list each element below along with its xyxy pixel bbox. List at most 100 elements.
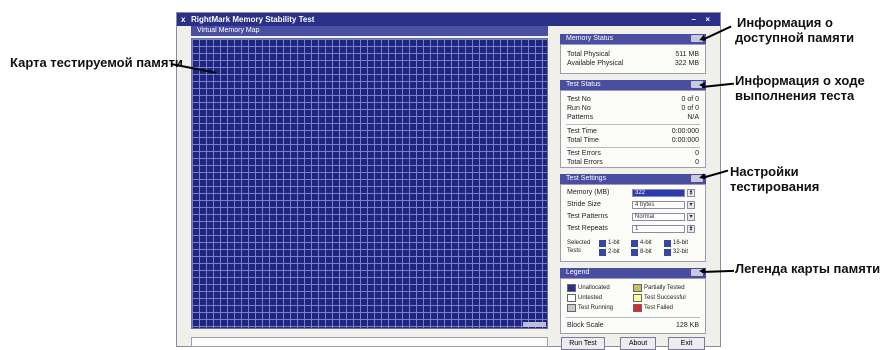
minimize-icon[interactable]: – [692,13,696,26]
test-settings-header: Test Settings [560,174,706,184]
check-1bit-label: 1-bit [608,240,620,246]
check-2bit[interactable] [599,249,606,256]
annotation-arrowhead [699,268,705,274]
memory-label: Memory (MB) [567,189,610,196]
annotation-memory-map: Карта тестируемой памяти [10,55,183,70]
annotation-arrowhead [699,82,705,88]
legend-label-test-successful: Test Successful [644,295,686,301]
annotation-legend: Легенда карты памяти [735,261,881,276]
memory-map-grid[interactable] [191,38,548,329]
total-errors-label: Total Errors [567,159,603,166]
legend-label-unallocated: Unallocated [578,285,610,291]
test-no-row: Test No 0 of 0 [567,95,699,104]
annotation-mem-info-1: Информация о [737,15,833,30]
legend-swatch-test-successful [633,294,642,302]
memory-status-title: Memory Status [566,35,614,42]
legend-label-test-failed: Test Failed [644,305,674,311]
test-status-title: Test Status [566,81,601,88]
title-bar[interactable]: x RightMark Memory Stability Test – × [177,13,720,26]
chevron-down-icon[interactable]: ▾ [687,201,695,209]
check-16bit-label: 16-bit [673,240,689,246]
chevron-down-icon[interactable]: ▾ [687,213,695,221]
test-no-value: 0 of 0 [681,96,699,103]
legend-header: Legend [560,268,706,278]
check-8bit-label: 8-bit [640,249,652,255]
memory-stepper[interactable]: ▴ ▾ [687,189,695,197]
divider [566,124,700,125]
test-settings-title: Test Settings [566,175,607,182]
patterns-value: N/A [687,114,699,121]
annotation-settings: Настройки тестирования [730,164,820,194]
total-physical-value: 511 MB [675,51,699,58]
patterns-label: Patterns [567,114,594,121]
check-4bit-label: 4-bit [640,240,652,246]
memory-mb-input[interactable]: 322 [632,189,685,197]
available-physical-row: Available Physical 322 MB [567,59,699,68]
check-8bit[interactable] [631,249,638,256]
close-icon[interactable]: × [705,13,710,26]
test-errors-row: Test Errors 0 [567,149,699,158]
legend-swatch-untested [567,294,576,302]
about-button[interactable]: About [620,337,656,350]
run-no-value: 0 of 0 [681,105,699,112]
legend-swatch-test-running [567,304,576,312]
total-physical-row: Total Physical 511 MB [567,50,699,59]
patterns-setting-label: Test Patterns [567,213,608,220]
map-scroll-corner [523,322,546,327]
memory-status-panel: Total Physical 511 MB Available Physical… [560,44,706,74]
stride-label: Stride Size [567,201,601,208]
test-errors-label: Test Errors [567,150,601,157]
legend-label-test-running: Test Running [578,305,614,311]
legend-label-partially-tested: Partially Tested [644,285,685,291]
divider [566,147,700,148]
annotation-progress-1: Информация о ходе [735,73,865,88]
legend-label-untested: Untested [578,295,603,301]
test-errors-value: 0 [695,150,699,157]
block-scale-label: Block Scale [567,322,604,329]
legend-swatch-partially-tested [633,284,642,292]
available-physical-label: Available Physical [567,60,624,67]
divider [566,317,700,318]
test-no-label: Test No [567,96,591,103]
run-no-label: Run No [567,105,591,112]
repeats-stepper[interactable]: ▴ ▾ [687,225,695,233]
total-physical-label: Total Physical [567,51,610,58]
test-time-row: Test Time 0:00:000 [567,127,699,136]
test-settings-panel: Memory (MB) 322 ▴ ▾ Stride Size 4 bytes ▾… [560,184,706,262]
annotation-mem-info-2: доступной памяти [735,30,855,45]
total-time-value: 0:00:000 [671,137,699,144]
patterns-row: Patterns N/A [567,113,699,122]
window-title: RightMark Memory Stability Test [191,15,315,24]
exit-button[interactable]: Exit [668,337,705,350]
memory-map-header: Virtual Memory Map [191,26,548,36]
total-time-label: Total Time [567,137,599,144]
test-patterns-select[interactable]: Normal [632,213,685,221]
selected-tests-label-1: Selected [567,240,591,246]
check-4bit[interactable] [631,240,638,247]
check-2bit-label: 2-bit [608,249,620,255]
test-time-value: 0:00:000 [671,128,699,135]
check-16bit[interactable] [664,240,671,247]
legend-panel: Unallocated Partially Tested Untested Te… [560,278,706,334]
status-bar [191,337,548,347]
annotation-progress-2: выполнения теста [735,88,855,103]
memory-status-header: Memory Status [560,34,706,44]
test-repeats-input[interactable]: 1 [632,225,685,233]
run-test-button[interactable]: Run Test [561,337,605,350]
total-errors-row: Total Errors 0 [567,158,699,167]
run-no-row: Run No 0 of 0 [567,104,699,113]
check-1bit[interactable] [599,240,606,247]
legend-swatch-test-failed [633,304,642,312]
legend-title: Legend [566,269,590,276]
memory-map-title: Virtual Memory Map [197,27,260,34]
legend-swatch-unallocated [567,284,576,292]
check-32bit[interactable] [664,249,671,256]
check-32bit-label: 32-bit [673,249,689,255]
available-physical-value: 322 MB [674,60,699,67]
test-status-panel: Test No 0 of 0 Run No 0 of 0 Patterns N/… [560,90,706,168]
stride-size-select[interactable]: 4 bytes [632,201,685,209]
repeats-label: Test Repeats [567,225,608,232]
test-time-label: Test Time [567,128,597,135]
block-scale-value: 128 KB [676,322,699,329]
app-icon: x [181,15,186,24]
